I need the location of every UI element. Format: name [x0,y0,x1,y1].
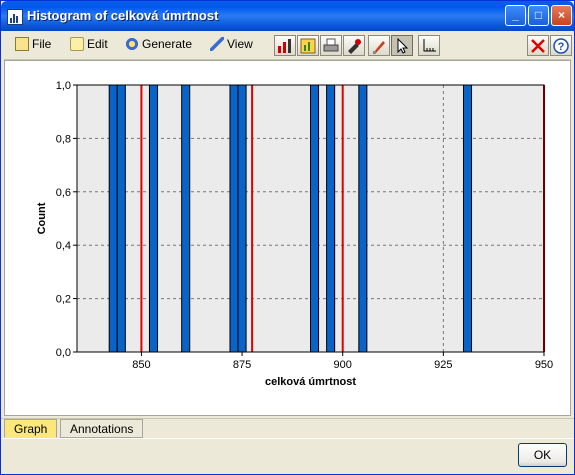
histogram-window: Histogram of celková úmrtnost _ □ × File… [0,0,575,475]
y-tick-label: 0,4 [56,240,71,252]
view-icon [210,37,224,51]
menu-bar: File Edit Generate View ? [4,31,572,60]
generate-icon [125,37,139,51]
brush-button[interactable] [368,35,390,56]
file-icon [15,37,29,51]
histogram-bar[interactable] [116,84,126,353]
svg-text:?: ? [558,41,565,53]
x-tick-label: 850 [132,359,150,371]
menu-edit-label: Edit [87,37,108,51]
histogram-bar[interactable] [326,84,336,353]
y-tick-label: 0,8 [56,133,71,145]
chart-properties-button[interactable] [297,35,319,56]
pointer-button[interactable] [391,35,413,56]
menu-generate-label: Generate [142,37,193,51]
edit-icon [70,37,84,51]
histogram-chart[interactable]: 0,0 0,2 0,4 0,6 0,8 1,0 850 875 900 925 950 celkov… [5,61,570,415]
x-tick-label: 925 [434,359,452,371]
histogram-bar[interactable] [229,84,239,353]
x-tick-label: 900 [334,359,352,371]
minimize-button[interactable]: _ [505,5,526,26]
menu-file-label: File [32,37,52,51]
chart-properties-icon [300,38,316,54]
histogram-app-icon [7,9,23,25]
help-button[interactable]: ? [550,35,572,56]
delete-icon [531,39,545,53]
title-bar[interactable]: Histogram of celková úmrtnost _ □ × [1,1,574,31]
tab-graph[interactable]: Graph [4,419,58,438]
ok-button[interactable]: OK [518,443,567,467]
y-axis-label: Count [36,202,48,234]
chart-edit-icon [278,39,291,53]
window-title: Histogram of celková úmrtnost [27,8,219,23]
menu-view-label: View [227,37,253,51]
pointer-icon [397,38,409,54]
y-tick-label: 0,0 [56,347,71,359]
histogram-bar[interactable] [310,84,320,353]
graph-panel: 0,0 0,2 0,4 0,6 0,8 1,0 850 875 900 925 950 celkov… [4,60,571,416]
brush-icon [373,41,385,54]
print-button[interactable] [320,35,342,56]
y-tick-label: 0,2 [56,294,71,306]
histogram-bar[interactable] [462,84,473,353]
help-icon: ? [553,38,569,54]
x-tick-label: 875 [233,359,251,371]
x-axis-label: celková úmrtnost [265,376,356,388]
menu-file[interactable]: File [15,37,51,53]
export-button[interactable] [343,35,365,56]
delete-button[interactable] [527,35,549,56]
histogram-bar[interactable] [148,84,159,353]
histogram-bar[interactable] [237,84,247,353]
axis-button[interactable] [418,35,440,56]
close-window-button[interactable]: × [551,5,572,26]
menu-generate[interactable]: Generate [125,37,192,53]
axis-icon [423,39,436,52]
menu-view[interactable]: View [210,37,253,53]
histogram-bar[interactable] [108,84,118,353]
x-tick-label: 950 [535,359,553,371]
tab-annotations[interactable]: Annotations [60,419,144,438]
y-tick-label: 0,6 [56,187,71,199]
y-tick-label: 1,0 [56,80,71,92]
histogram-bar[interactable] [358,84,368,353]
print-icon [323,38,339,52]
chart-edit-button[interactable] [274,35,296,56]
maximize-button[interactable]: □ [528,5,549,26]
histogram-bar[interactable] [181,84,191,353]
export-icon [348,39,361,54]
menu-edit[interactable]: Edit [70,37,108,53]
